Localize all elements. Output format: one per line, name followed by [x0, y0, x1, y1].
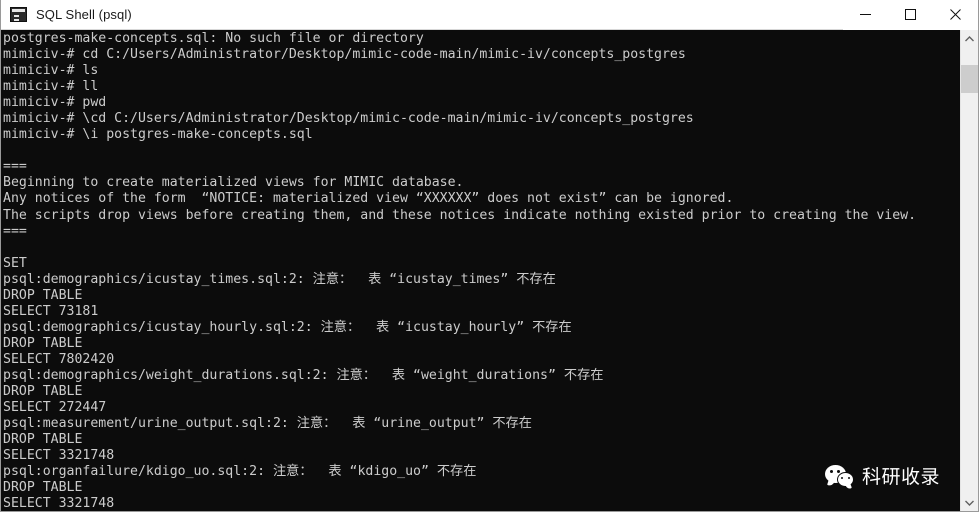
terminal-line: psql:measurement/urine_output.sql:2: 注意：… — [3, 416, 532, 432]
window-title: SQL Shell (psql) — [36, 7, 132, 22]
scrollbar-track[interactable] — [961, 47, 978, 494]
scroll-down-arrow-icon[interactable] — [961, 494, 978, 511]
terminal-line: psql:demographics/icustay_hourly.sql:2: … — [3, 319, 572, 335]
terminal-lines: postgres-make-concepts.sql: No such file… — [1, 30, 961, 511]
terminal-line: psql:demographics/weight_durations.sql:2… — [3, 367, 604, 383]
scroll-up-arrow-icon[interactable] — [961, 30, 978, 47]
terminal-line: === — [3, 159, 27, 175]
terminal-line: mimiciv-# cd C:/Users/Administrator/Desk… — [3, 47, 686, 63]
terminal-line: === — [3, 223, 27, 239]
terminal-line: mimiciv-# ll — [3, 79, 99, 95]
terminal-line: DROP TABLE — [3, 480, 83, 496]
terminal-line: SET — [3, 255, 27, 271]
console-icon — [10, 7, 27, 22]
sql-shell-window: SQL Shell (psql) postgres-make-concepts.… — [0, 0, 979, 512]
terminal-line: DROP TABLE — [3, 432, 83, 448]
terminal-line: DROP TABLE — [3, 384, 83, 400]
terminal-line: DROP TABLE — [3, 287, 83, 303]
vertical-scrollbar[interactable] — [960, 30, 978, 511]
title-bar[interactable]: SQL Shell (psql) — [1, 0, 978, 30]
terminal-line: SELECT 3321748 — [3, 496, 115, 511]
terminal-line: SELECT 272447 — [3, 400, 107, 416]
maximize-button[interactable] — [888, 0, 933, 30]
terminal-line: mimiciv-# \i postgres-make-concepts.sql — [3, 127, 313, 143]
terminal-line: SELECT 73181 — [3, 303, 99, 319]
terminal-line: Any notices of the form “NOTICE: materia… — [3, 191, 734, 207]
terminal-line: mimiciv-# \cd C:/Users/Administrator/Des… — [3, 111, 694, 127]
terminal-line: SELECT 3321748 — [3, 448, 115, 464]
terminal-line: mimiciv-# pwd — [3, 95, 107, 111]
terminal-line: Beginning to create materialized views f… — [3, 175, 464, 191]
terminal-line: DROP TABLE — [3, 335, 83, 351]
scrollbar-thumb[interactable] — [961, 64, 978, 94]
terminal-line: SELECT 7802420 — [3, 351, 115, 367]
terminal-line: psql:demographics/icustay_times.sql:2: 注… — [3, 271, 556, 287]
terminal-output-area[interactable]: postgres-make-concepts.sql: No such file… — [1, 30, 961, 511]
terminal-line: mimiciv-# ls — [3, 63, 99, 79]
minimize-button[interactable] — [843, 0, 888, 30]
terminal-line: postgres-make-concepts.sql: No such file… — [3, 31, 424, 46]
terminal-line: The scripts drop views before creating t… — [3, 207, 917, 223]
close-button[interactable] — [933, 0, 978, 30]
terminal-line: psql:organfailure/kdigo_uo.sql:2: 注意： 表 … — [3, 464, 477, 480]
window-controls — [843, 0, 978, 30]
